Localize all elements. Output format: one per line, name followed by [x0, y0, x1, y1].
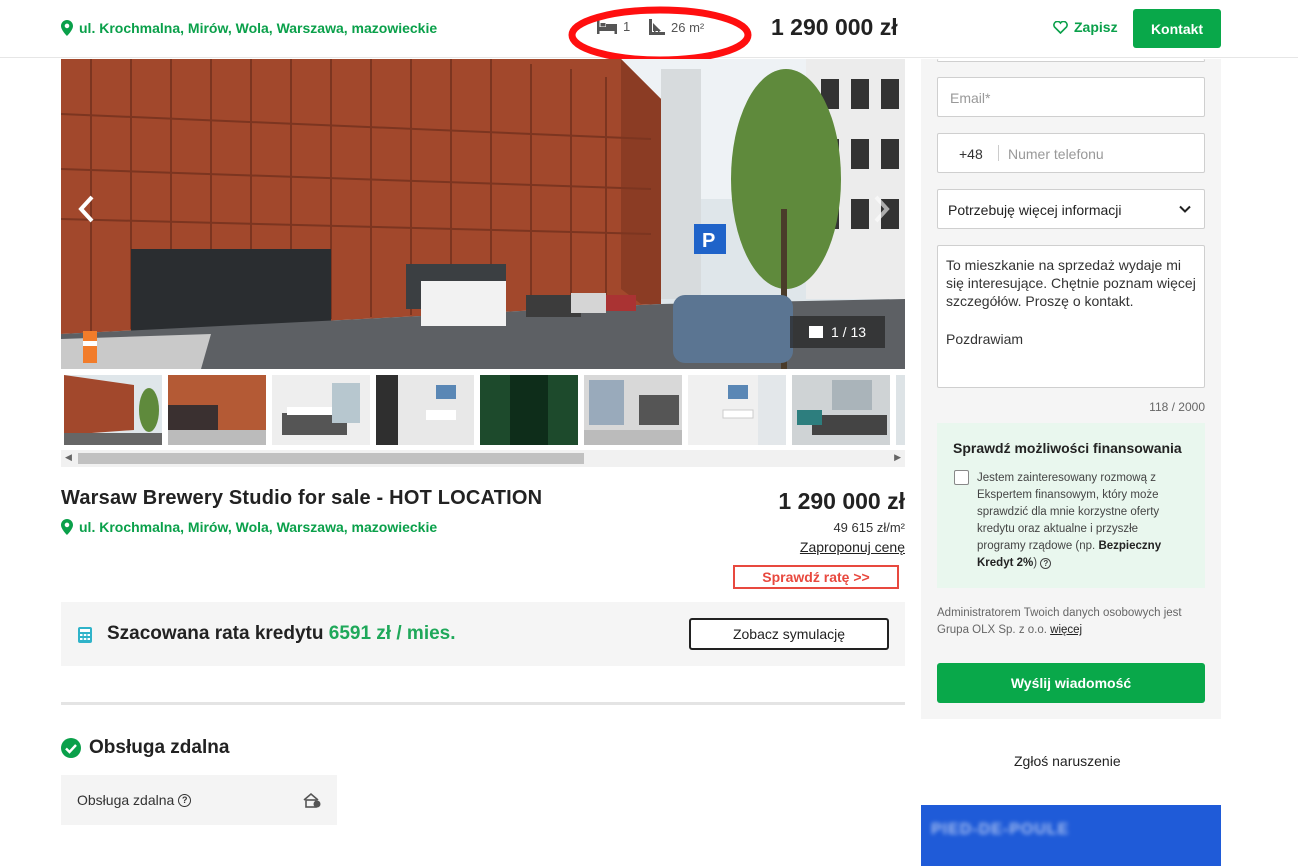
- bed-icon: [597, 19, 617, 34]
- header-location[interactable]: ul. Krochmalna, Mirów, Wola, Warszawa, m…: [61, 20, 437, 36]
- svg-text:P: P: [702, 230, 715, 252]
- financing-consent-text: Jestem zainteresowany rozmową z Eksperte…: [977, 470, 1189, 572]
- financing-close: ): [1033, 557, 1038, 569]
- credit-estimate-box: Szacowana rata kredytu 6591 zł / mies. Z…: [61, 602, 905, 666]
- credit-amount: 6591 zł / mies.: [328, 623, 456, 644]
- next-photo-button[interactable]: [873, 194, 891, 224]
- thumbnail[interactable]: [792, 375, 890, 445]
- phone-placeholder: Numer telefonu: [1008, 146, 1104, 162]
- remote-item-label-row: Obsługa zdalna ?: [77, 792, 192, 808]
- thumbnail[interactable]: [64, 375, 162, 445]
- rooms-feature: 1: [597, 19, 630, 34]
- remote-service-item: Obsługa zdalna ?: [61, 775, 337, 825]
- listing-location[interactable]: ul. Krochmalna, Mirów, Wola, Warszawa, m…: [61, 519, 437, 535]
- ad-text: PIED-DE-POULE: [931, 821, 1070, 838]
- listing-price: 1 290 000 zł: [778, 488, 905, 514]
- red-annotation-circle: [568, 6, 752, 64]
- data-admin-notice: Administratorem Twoich danych osobowych …: [937, 605, 1205, 639]
- area-value: 26 m²: [671, 19, 705, 35]
- listing-title: Warsaw Brewery Studio for sale - HOT LOC…: [61, 487, 543, 509]
- phone-field[interactable]: +48 Numer telefonu: [937, 133, 1205, 173]
- rooms-count: 1: [623, 19, 631, 34]
- location-pin-icon: [61, 20, 73, 36]
- thumbnail[interactable]: [376, 375, 474, 445]
- remote-home-icon: [303, 792, 321, 808]
- char-counter: 118 / 2000: [1149, 400, 1205, 414]
- check-circle-icon: [61, 738, 81, 758]
- area-feature: 26 m²: [649, 19, 704, 35]
- see-simulation-button[interactable]: Zobacz symulację: [689, 618, 889, 650]
- thumbnail[interactable]: [272, 375, 370, 445]
- topic-selected: Potrzebuję więcej informacji: [948, 202, 1122, 218]
- report-violation-link[interactable]: Zgłoś naruszenie: [1014, 753, 1121, 769]
- message-greeting: Pozdrawiam: [946, 331, 1024, 347]
- chevron-down-icon: [1179, 205, 1191, 213]
- location-pin-icon: [61, 519, 73, 535]
- credit-label-row: Szacowana rata kredytu 6591 zł / mies.: [107, 623, 456, 645]
- advertisement-banner[interactable]: PIED-DE-POULE: [921, 805, 1221, 866]
- section-divider: [61, 702, 905, 705]
- prev-photo-button[interactable]: [77, 194, 95, 224]
- main-photo[interactable]: P 1 / 13: [61, 59, 905, 369]
- thumbnail-strip: [61, 373, 905, 447]
- message-textarea[interactable]: To mieszkanie na sprzedaż wydaje mi się …: [937, 245, 1205, 388]
- save-label: Zapisz: [1074, 19, 1118, 35]
- photo-counter: 1 / 13: [790, 316, 885, 348]
- chevron-left-icon: [78, 195, 94, 223]
- thumbnail[interactable]: [688, 375, 786, 445]
- scrollbar-handle[interactable]: [78, 453, 584, 464]
- thumbnail[interactable]: [896, 375, 905, 445]
- scroll-left-arrow-icon[interactable]: ◀: [65, 452, 72, 463]
- remote-item-label: Obsługa zdalna: [77, 792, 175, 808]
- phone-prefix: +48: [959, 146, 983, 162]
- contact-button[interactable]: Kontakt: [1133, 9, 1221, 48]
- thumbnail-scrollbar[interactable]: ◀ ▶: [61, 450, 905, 467]
- price-per-m2: 49 615 zł/m²: [833, 520, 905, 535]
- thumbnail[interactable]: [480, 375, 578, 445]
- listing-location-text: ul. Krochmalna, Mirów, Wola, Warszawa, m…: [79, 519, 438, 535]
- thumbnail[interactable]: [168, 375, 266, 445]
- chevron-right-icon: [874, 195, 890, 223]
- message-text: To mieszkanie na sprzedaż wydaje mi się …: [946, 257, 1196, 309]
- thumbnail[interactable]: [584, 375, 682, 445]
- financing-heading: Sprawdź możliwości finansowania: [953, 440, 1182, 456]
- topic-select[interactable]: Potrzebuję więcej informacji: [937, 189, 1205, 229]
- ruler-icon: [649, 19, 665, 35]
- admin-more-link[interactable]: więcej: [1050, 624, 1082, 636]
- financing-checkbox[interactable]: [954, 470, 969, 485]
- remote-service-heading: Obsługa zdalna: [61, 737, 229, 759]
- financing-box: Sprawdź możliwości finansowania Jestem z…: [937, 423, 1205, 588]
- photo-counter-text: 1 / 13: [830, 324, 867, 340]
- header-location-text: ul. Krochmalna, Mirów, Wola, Warszawa, m…: [79, 20, 438, 36]
- email-placeholder: Email*: [950, 90, 991, 106]
- calculator-icon: [78, 627, 92, 643]
- scroll-right-arrow-icon[interactable]: ▶: [894, 452, 901, 463]
- remote-heading-text: Obsługa zdalna: [89, 737, 230, 758]
- sticky-header: ul. Krochmalna, Mirów, Wola, Warszawa, m…: [0, 0, 1298, 64]
- phone-separator: [998, 145, 999, 161]
- help-icon[interactable]: ?: [1040, 558, 1052, 569]
- credit-label: Szacowana rata kredytu: [107, 623, 324, 644]
- building-photo: P: [61, 59, 905, 369]
- save-button[interactable]: Zapisz: [1053, 19, 1118, 35]
- heart-icon: [1053, 20, 1068, 34]
- send-message-button[interactable]: Wyślij wiadomość: [937, 663, 1205, 703]
- header-price: 1 290 000 zł: [771, 14, 898, 40]
- email-field[interactable]: Email*: [937, 77, 1205, 117]
- offer-price-link[interactable]: Zaproponuj cenę: [800, 539, 905, 555]
- name-field-edge: [937, 59, 1205, 62]
- check-rate-button[interactable]: Sprawdź ratę >>: [733, 565, 899, 589]
- help-icon[interactable]: ?: [178, 793, 192, 807]
- gallery-icon: [808, 326, 823, 338]
